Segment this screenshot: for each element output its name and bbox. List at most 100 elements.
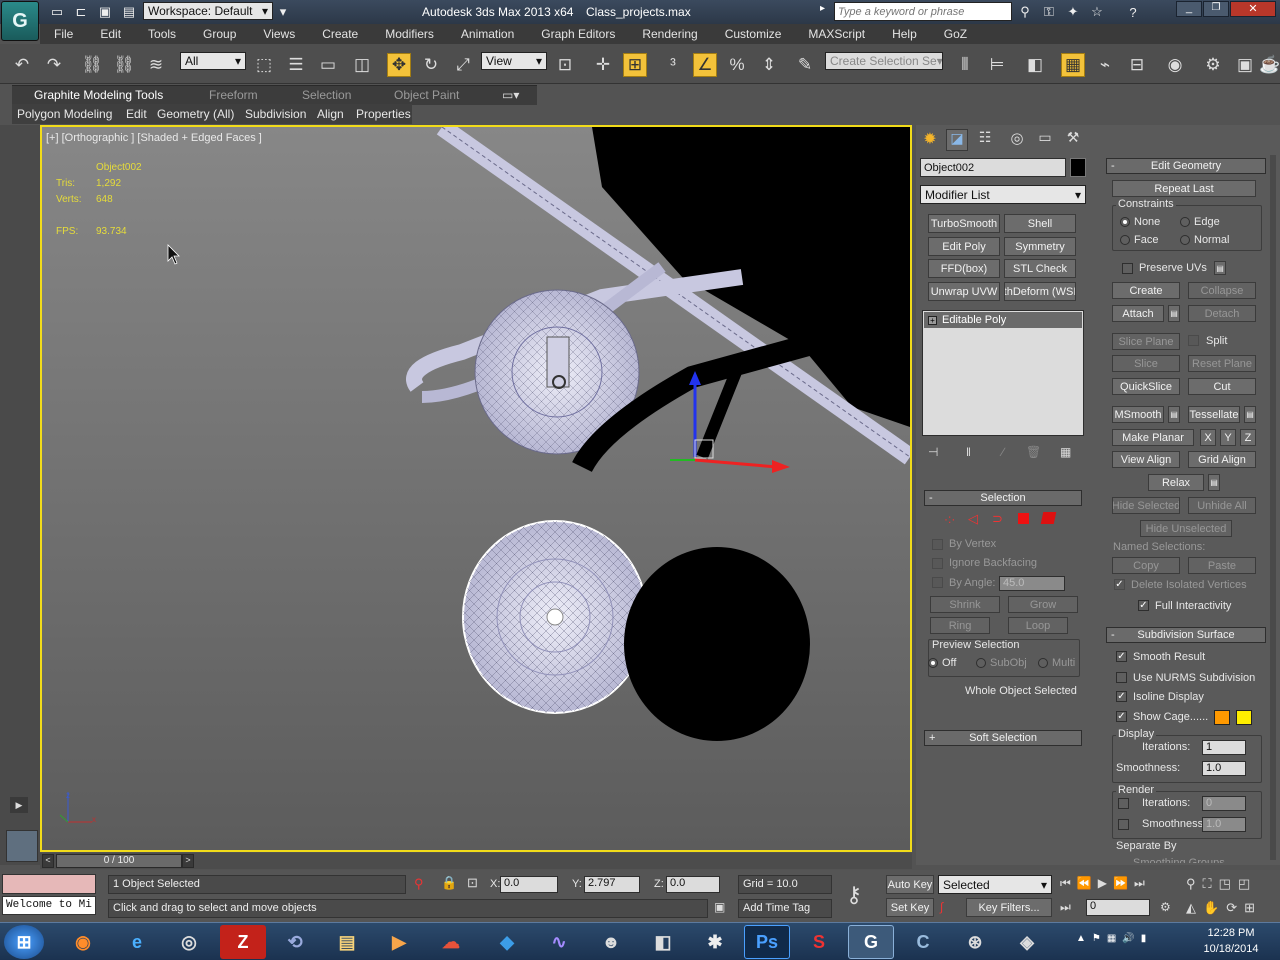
filezilla-icon[interactable]: Z: [220, 925, 266, 959]
collapse-button[interactable]: Collapse: [1188, 282, 1256, 299]
selection-filter-dropdown[interactable]: All ▾: [180, 52, 246, 70]
binoculars-icon[interactable]: ⚲: [1016, 3, 1034, 21]
app-logo-icon[interactable]: G: [1, 1, 39, 41]
menu-goz[interactable]: GoZ: [930, 27, 980, 41]
use-nurms-checkbox[interactable]: [1116, 672, 1127, 683]
zoom-extents-icon[interactable]: ◳: [1219, 876, 1238, 891]
absolute-mode-icon[interactable]: ⊡: [467, 875, 478, 891]
flag-icon[interactable]: ⚑: [1092, 933, 1107, 944]
select-and-link-icon[interactable]: ⛓: [80, 53, 104, 77]
z-coord-input[interactable]: 0.0: [666, 876, 720, 893]
constraint-normal-radio[interactable]: [1180, 235, 1190, 245]
modifier-list-dropdown[interactable]: Modifier List ▾: [920, 185, 1086, 204]
subscription-icon[interactable]: ⚿: [1040, 3, 1058, 21]
viewport-navigation-bottom[interactable]: ◭✋⟳⊞: [1186, 900, 1262, 916]
bind-space-warp-icon[interactable]: ≋: [144, 53, 168, 77]
undo-icon[interactable]: ↶: [10, 53, 34, 77]
unlink-icon[interactable]: ⛓: [112, 53, 136, 77]
create-button[interactable]: Create: [1112, 282, 1180, 299]
tab-graphite-modeling-tools[interactable]: Graphite Modeling Tools: [34, 88, 163, 102]
cage-color-swatch-1[interactable]: [1214, 710, 1230, 725]
photoshop-icon[interactable]: Ps: [744, 925, 790, 959]
auto-key-button[interactable]: Auto Key: [886, 875, 934, 894]
3ds-max-taskbar-icon[interactable]: G: [848, 925, 894, 959]
communication-center-icon[interactable]: ✦: [1064, 3, 1082, 21]
menu-views[interactable]: Views: [249, 27, 308, 41]
command-panel-scrollbar[interactable]: [1270, 155, 1276, 860]
hide-selected-button[interactable]: Hide Selected: [1112, 497, 1180, 514]
system-tray[interactable]: ▲⚑▦🔊▮: [1076, 933, 1152, 944]
preview-subobj-radio[interactable]: [976, 658, 986, 668]
layer-manager-icon[interactable]: ◧: [1023, 53, 1047, 77]
stack-item-editable-poly[interactable]: + Editable Poly: [924, 312, 1082, 328]
select-and-rotate-icon[interactable]: ↻: [419, 53, 443, 77]
slice-button[interactable]: Slice: [1112, 355, 1180, 372]
menu-create[interactable]: Create: [308, 27, 371, 41]
snaps-toggle-icon[interactable]: ³: [661, 53, 685, 77]
network-icon[interactable]: ▦: [1107, 933, 1122, 944]
subdivision-surface-rollout-header[interactable]: - Subdivision Surface: [1106, 627, 1266, 643]
app-c-icon[interactable]: C: [900, 925, 946, 959]
selection-rollout-header[interactable]: - Selection: [924, 490, 1082, 506]
menu-customize[interactable]: Customize: [711, 27, 795, 41]
editor-icon[interactable]: ◧: [640, 925, 686, 959]
search-input[interactable]: [834, 2, 1012, 21]
symmetry-button[interactable]: Symmetry: [1004, 237, 1076, 256]
gimp-icon[interactable]: ☁: [428, 925, 474, 959]
viewport-scene[interactable]: x z: [42, 127, 910, 850]
repeat-last-button[interactable]: Repeat Last: [1112, 180, 1256, 197]
tray-expand-icon[interactable]: ▲: [1076, 933, 1092, 944]
soft-selection-rollout-header[interactable]: + Soft Selection: [924, 730, 1082, 746]
menu-file[interactable]: File: [40, 27, 86, 41]
vertex-mode-icon[interactable]: ·:·: [944, 512, 955, 526]
panel-geometry-all[interactable]: Geometry (All): [157, 107, 234, 121]
preview-multi-radio[interactable]: [1038, 658, 1048, 668]
hide-unselected-button[interactable]: Hide Unselected: [1140, 520, 1232, 537]
stl-check-button[interactable]: STL Check: [1004, 259, 1076, 278]
tab-object-paint[interactable]: Object Paint: [394, 88, 459, 102]
gizmo-x-axis[interactable]: [694, 458, 778, 469]
menu-graph-editors[interactable]: Graph Editors: [527, 27, 628, 41]
named-selection-dropdown[interactable]: Create Selection Se ▾: [825, 52, 943, 70]
msmooth-button[interactable]: MSmooth: [1112, 406, 1164, 423]
render-iterations-checkbox[interactable]: [1118, 798, 1129, 809]
play-icon[interactable]: ▶: [10, 797, 28, 813]
project-folder-icon[interactable]: ▤: [120, 3, 138, 21]
modify-tab-icon[interactable]: ◪: [946, 129, 968, 151]
gizmo-x-arrow[interactable]: [772, 460, 790, 473]
menu-animation[interactable]: Animation: [447, 27, 527, 41]
object-color-swatch[interactable]: [1070, 158, 1086, 177]
attach-button[interactable]: Attach: [1112, 305, 1164, 322]
smooth-result-checkbox[interactable]: ✓: [1116, 651, 1127, 662]
help-icon[interactable]: ?: [1124, 3, 1142, 21]
element-mode-icon[interactable]: [1040, 512, 1057, 524]
clock-date[interactable]: 10/18/2014: [1196, 943, 1266, 955]
curve-editor-icon[interactable]: ⌁: [1093, 53, 1117, 77]
zoom-icon[interactable]: ⚲: [1186, 876, 1203, 891]
window-crossing-icon[interactable]: ◫: [350, 53, 374, 77]
modifier-stack[interactable]: + Editable Poly: [922, 310, 1084, 436]
render-frame-window-icon[interactable]: ▣: [1233, 53, 1257, 77]
align-icon[interactable]: ⊨: [985, 53, 1009, 77]
zoom-extents-all-icon[interactable]: ◰: [1238, 876, 1257, 891]
show-end-result-icon[interactable]: ‖: [966, 445, 982, 461]
panel-edit[interactable]: Edit: [126, 107, 147, 121]
menu-rendering[interactable]: Rendering: [628, 27, 710, 41]
maximize-viewport-icon[interactable]: ⊞: [1244, 900, 1262, 915]
angle-snap-icon[interactable]: ∠: [693, 53, 717, 77]
dropbox-icon[interactable]: ◆: [484, 925, 530, 959]
x-coord-input[interactable]: 0.0: [500, 876, 558, 893]
select-manipulate-icon[interactable]: ✛: [591, 53, 615, 77]
sync-icon[interactable]: ⟲: [272, 925, 318, 959]
split-checkbox[interactable]: [1188, 335, 1199, 346]
object-name-input[interactable]: [920, 158, 1066, 177]
minimize-button[interactable]: _: [1176, 1, 1202, 17]
material-editor-icon[interactable]: ◉: [1163, 53, 1187, 77]
current-frame-input[interactable]: 0: [1086, 899, 1150, 916]
chevron-right-icon[interactable]: >: [182, 854, 194, 868]
favorites-star-icon[interactable]: ☆: [1088, 3, 1106, 21]
pose-app-icon[interactable]: ✱: [692, 925, 738, 959]
copy-button[interactable]: Copy: [1112, 557, 1180, 574]
go-to-start-icon[interactable]: ⏮: [1060, 876, 1077, 890]
smoothness-spinner[interactable]: 1.0: [1202, 761, 1246, 776]
